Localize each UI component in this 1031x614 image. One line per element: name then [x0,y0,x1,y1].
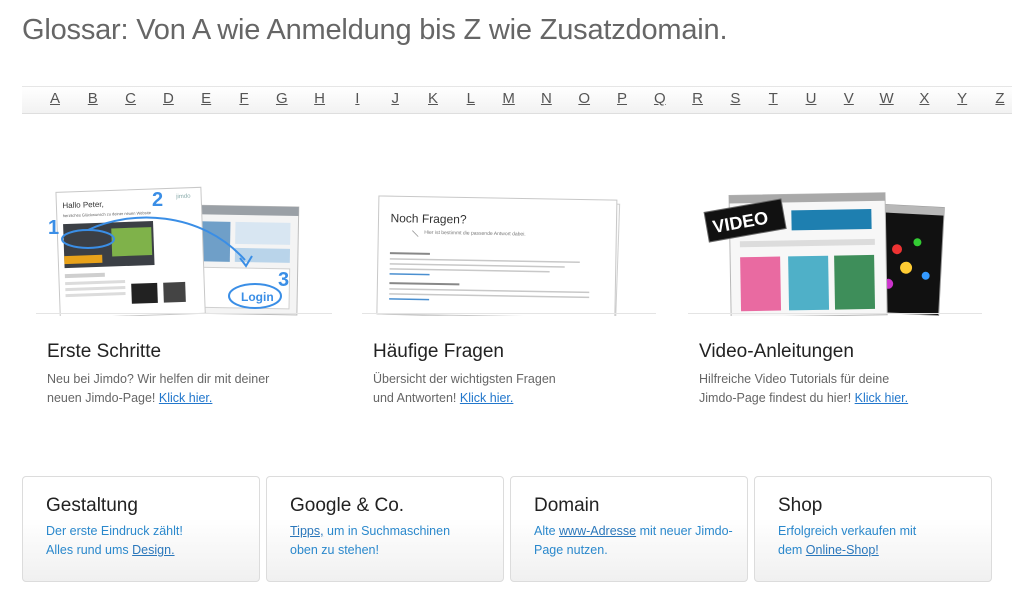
feature-description: Neu bei Jimdo? Wir helfen dir mit deiner… [47,370,327,408]
tipps-link[interactable]: Tipps, [290,524,324,538]
box-description: Alte www-Adresse mit neuer Jimdo- Page n… [534,522,739,560]
description-line-2: neuen Jimdo-Page! [47,391,159,405]
klick-hier-link[interactable]: Klick hier. [159,391,213,405]
letter-z-link[interactable]: Z [995,90,1004,107]
box-line-1: Der erste Eindruck zählt! [46,524,183,538]
box-line-2: oben zu stehen! [290,543,379,557]
www-adresse-link[interactable]: www-Adresse [559,524,636,538]
letter-w-link[interactable]: W [880,90,894,107]
letter-s-link[interactable]: S [730,90,740,107]
box-title: Google & Co. [290,495,405,516]
box-gestaltung[interactable]: Gestaltung Der erste Eindruck zählt! All… [22,476,260,582]
description-line-1: Hilfreiche Video Tutorials für deine [699,372,890,386]
jimdo-brand: jimdo [175,194,191,201]
letter-u-link[interactable]: U [806,90,817,107]
letter-d-link[interactable]: D [163,90,174,107]
letter-i-link[interactable]: I [355,90,359,107]
greeting-text: Hallo Peter, [62,200,104,210]
description-line-1: Übersicht der wichtigsten Fragen [373,372,556,386]
letter-p-link[interactable]: P [617,90,627,107]
box-line-1: um in Suchmaschinen [323,524,451,538]
faq-heading: Noch Fragen? [390,211,467,226]
step-3-label: 3 [278,269,289,291]
login-label: Login [241,290,274,304]
divider [688,313,982,314]
letter-b-link[interactable]: B [88,90,98,107]
letter-y-link[interactable]: Y [957,90,967,107]
feature-title: Erste Schritte [47,341,162,362]
video-anleitungen-screenshot[interactable]: VIDEO [692,180,992,316]
letter-f-link[interactable]: F [239,90,248,107]
box-title: Domain [534,495,600,516]
box-title: Shop [778,495,823,516]
box-domain[interactable]: Domain Alte www-Adresse mit neuer Jimdo-… [510,476,748,582]
box-title: Gestaltung [46,495,138,516]
letter-j-link[interactable]: J [391,90,399,107]
box-description: Tipps, um in Suchmaschinen oben zu stehe… [290,522,495,560]
letter-r-link[interactable]: R [692,90,703,107]
letter-q-link[interactable]: Q [654,90,666,107]
alphabet-navigation: A B C D E F G H I J K L M N O P Q R S T U V W X Y Z [22,86,1012,114]
feature-description: Hilfreiche Video Tutorials für deine Jim… [699,370,979,408]
box-line-1-pre: Alte [534,524,560,538]
box-line-2: Alles rund ums [46,543,133,557]
description-line-1: Neu bei Jimdo? Wir helfen dir mit deiner [47,372,270,386]
box-line-1: Erfolgreich verkaufen mit [778,524,917,538]
box-line-1-post: mit neuer Jimdo- [636,524,733,538]
letter-h-link[interactable]: H [314,90,325,107]
letter-x-link[interactable]: X [919,90,929,107]
klick-hier-link[interactable]: Klick hier. [460,391,514,405]
feature-title: Video-Anleitungen [699,341,854,362]
letter-m-link[interactable]: M [502,90,515,107]
feature-description: Übersicht der wichtigsten Fragen und Ant… [373,370,653,408]
klick-hier-link[interactable]: Klick hier. [855,391,909,405]
letter-l-link[interactable]: L [467,90,475,107]
letter-e-link[interactable]: E [201,90,211,107]
divider [362,313,656,314]
box-description: Der erste Eindruck zählt! Alles rund ums… [46,522,251,560]
step-1-label: 1 [48,217,59,239]
letter-k-link[interactable]: K [428,90,438,107]
letter-t-link[interactable]: T [769,90,778,107]
box-google[interactable]: Google & Co. Tipps, um in Suchmaschinen … [266,476,504,582]
page-title: Glossar: Von A wie Anmeldung bis Z wie Z… [22,14,728,46]
description-line-2: und Antworten! [373,391,460,405]
erste-schritte-screenshot[interactable]: Hallo Peter, herzliches Glückwunsch zu d… [40,180,340,316]
letter-g-link[interactable]: G [276,90,288,107]
feature-title: Häufige Fragen [373,341,504,362]
letter-v-link[interactable]: V [844,90,854,107]
letter-c-link[interactable]: C [125,90,136,107]
design-link[interactable]: Design. [132,543,174,557]
box-shop[interactable]: Shop Erfolgreich verkaufen mit dem Onlin… [754,476,992,582]
online-shop-link[interactable]: Online-Shop! [806,543,879,557]
divider [36,313,332,314]
haeufige-fragen-screenshot[interactable]: Noch Fragen? Hier ist bestimmt die passe… [366,180,666,316]
box-line-2: Page nutzen. [534,543,608,557]
box-line-2: dem [778,543,806,557]
letter-n-link[interactable]: N [541,90,552,107]
step-2-label: 2 [152,189,163,211]
box-description: Erfolgreich verkaufen mit dem Online-Sho… [778,522,983,560]
letter-o-link[interactable]: O [578,90,590,107]
description-line-2: Jimdo-Page findest du hier! [699,391,855,405]
letter-a-link[interactable]: A [50,90,60,107]
